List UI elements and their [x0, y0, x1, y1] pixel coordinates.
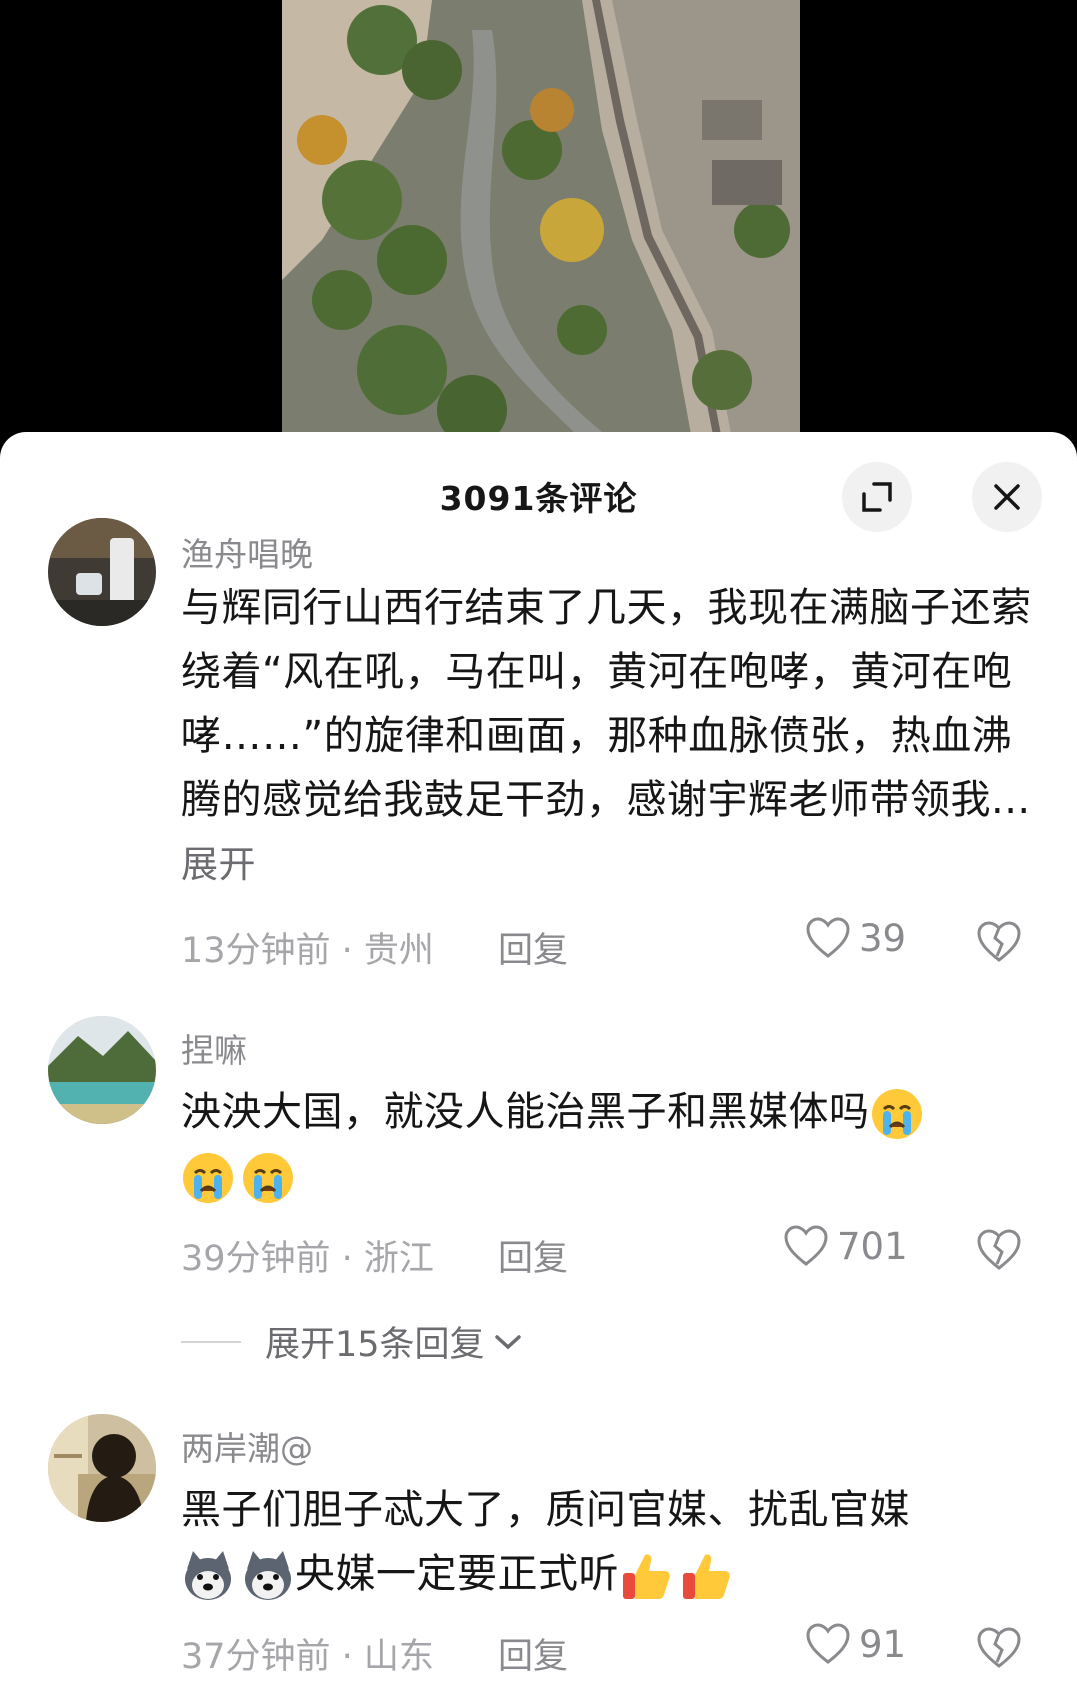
like-button[interactable]: 701 — [783, 1224, 908, 1268]
crying-face-emoji — [183, 1153, 233, 1203]
avatar[interactable] — [48, 1414, 156, 1522]
comment-text: 黑子们胆子忒大了，质问官媒、扰乱官媒 央媒一定要正式听 — [181, 1478, 1041, 1606]
close-button[interactable] — [972, 462, 1042, 532]
expand-text-link[interactable]: 展开 — [181, 843, 256, 886]
comment-username[interactable]: 捏嘛 — [181, 1024, 247, 1072]
thumbs-up-emoji — [683, 1554, 730, 1599]
crying-face-emoji — [871, 1089, 922, 1139]
reply-button[interactable]: 回复 — [498, 1230, 568, 1281]
like-count: 39 — [859, 916, 907, 960]
dislike-broken-heart-icon[interactable] — [975, 1226, 1023, 1274]
like-count: 91 — [859, 1622, 907, 1666]
dislike-broken-heart-icon[interactable] — [975, 918, 1023, 966]
husky-dog-emoji — [245, 1551, 291, 1600]
like-button[interactable]: 39 — [805, 916, 906, 960]
comment-body-line1: 黑子们胆子忒大了，质问官媒、扰乱官媒 — [181, 1487, 910, 1533]
avatar[interactable] — [48, 1016, 156, 1124]
divider-line — [181, 1340, 241, 1343]
comment-body: 与辉同行山西行结束了几天，我现在满脑子还萦绕着“风在吼，马在叫，黄河在咆哮，黄河… — [181, 585, 1032, 823]
video-player[interactable] — [0, 0, 1077, 440]
dislike-broken-heart-icon[interactable] — [975, 1624, 1023, 1672]
heart-icon — [806, 1623, 850, 1664]
video-thumbnail[interactable] — [282, 0, 800, 440]
comment-username[interactable]: 两岸潮@ — [181, 1422, 313, 1470]
fullscreen-button[interactable] — [842, 462, 912, 532]
comment-time-location: 39分钟前 · 浙江 — [181, 1239, 434, 1279]
chevron-down-icon — [494, 1334, 521, 1349]
thumbs-up-emoji — [623, 1554, 670, 1599]
heart-icon — [806, 917, 850, 958]
comment-body: 泱泱大国，就没人能治黑子和黑媒体吗 — [181, 1089, 870, 1135]
comment-sheet: 3091条评论 渔舟唱晚 与辉同行山西行结束了几天，我现在满脑子还萦绕着“风在吼… — [0, 432, 1077, 1682]
like-count: 701 — [837, 1224, 908, 1268]
comment-time-location: 37分钟前 · 山东 — [181, 1637, 434, 1677]
crying-face-emoji — [243, 1153, 293, 1203]
heart-icon — [784, 1225, 828, 1266]
reply-button[interactable]: 回复 — [498, 922, 568, 973]
comment-time-location: 13分钟前 · 贵州 — [181, 931, 434, 971]
comment-text: 泱泱大国，就没人能治黑子和黑媒体吗 — [181, 1080, 1041, 1208]
comment-text: 与辉同行山西行结束了几天，我现在满脑子还萦绕着“风在吼，马在叫，黄河在咆哮，黄河… — [181, 576, 1041, 897]
husky-dog-emoji — [185, 1551, 231, 1600]
fullscreen-icon — [862, 482, 892, 512]
like-button[interactable]: 91 — [805, 1622, 906, 1666]
comment-count-title: 3091条评论 — [439, 479, 638, 518]
comment-body-line2: 央媒一定要正式听 — [295, 1551, 619, 1597]
expand-replies-label: 展开15条回复 — [265, 1325, 485, 1365]
close-icon — [994, 484, 1020, 510]
expand-replies-button[interactable]: 展开15条回复 — [181, 1316, 523, 1367]
comment-username[interactable]: 渔舟唱晚 — [181, 528, 313, 576]
reply-button[interactable]: 回复 — [498, 1628, 568, 1679]
avatar[interactable] — [48, 518, 156, 626]
